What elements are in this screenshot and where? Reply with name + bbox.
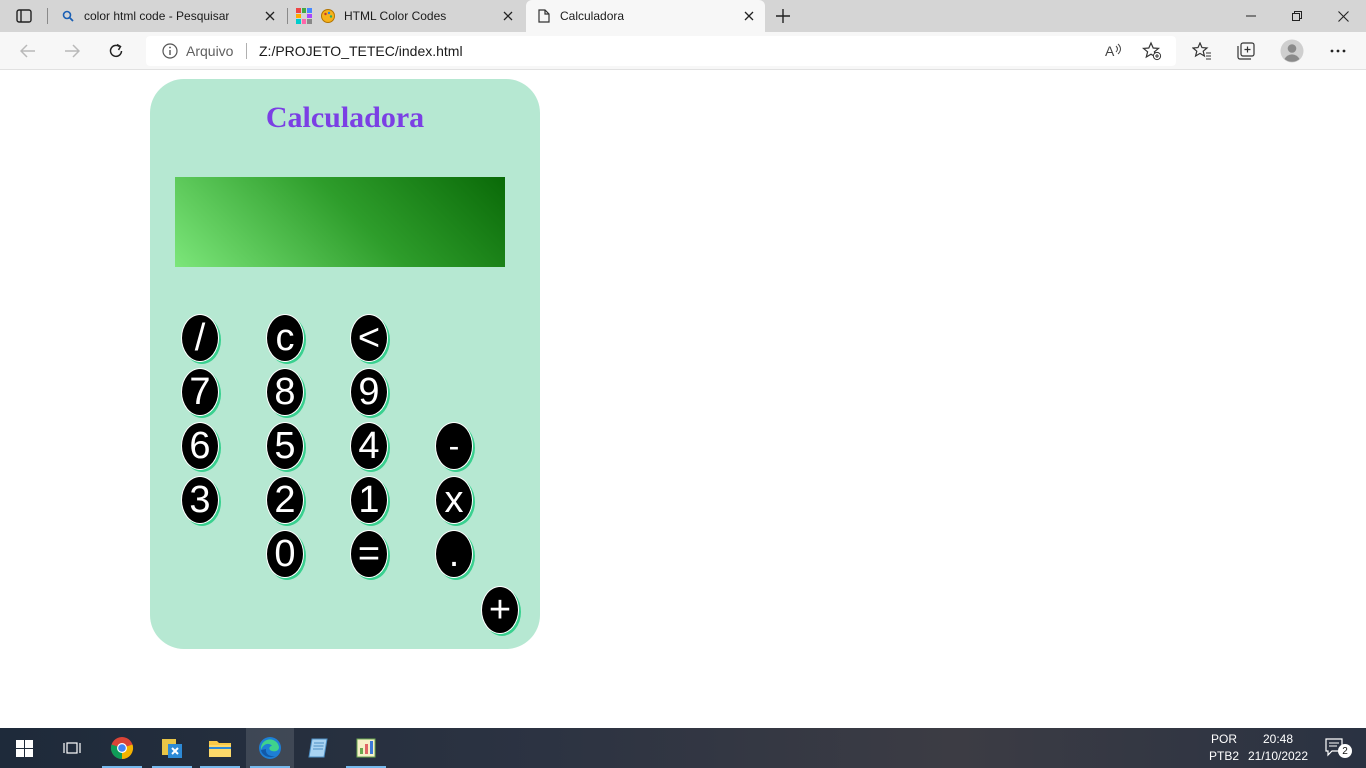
- taskbar-chrome[interactable]: [98, 728, 146, 768]
- calculator-title: Calculadora: [265, 101, 425, 134]
- key-divide[interactable]: /: [181, 314, 219, 362]
- tab-title: HTML Color Codes: [344, 9, 447, 23]
- favorites-button[interactable]: [1188, 37, 1216, 65]
- url-text[interactable]: Z:/PROJETO_TETEC/index.html: [259, 43, 463, 59]
- calculator-display: [175, 177, 505, 267]
- key-9[interactable]: 9: [350, 368, 388, 416]
- taskbar-file-explorer[interactable]: [196, 728, 244, 768]
- close-tab-icon[interactable]: [741, 8, 757, 24]
- notepad-icon: [308, 738, 328, 758]
- arrow-left-icon: [20, 44, 35, 58]
- tab-strip: color html code - Pesquisar HTML Color C…: [0, 0, 1366, 32]
- start-button[interactable]: [0, 728, 48, 768]
- clock[interactable]: 20:48 21/10/2022: [1246, 731, 1310, 765]
- key-0[interactable]: 0: [266, 530, 304, 578]
- profile-button[interactable]: [1278, 37, 1306, 65]
- info-icon[interactable]: [162, 43, 178, 59]
- taskbar-edge[interactable]: [246, 728, 294, 768]
- read-aloud-icon[interactable]: A: [1104, 42, 1124, 60]
- key-clear[interactable]: c: [266, 314, 304, 362]
- add-favorite-icon[interactable]: [1142, 41, 1162, 61]
- taskbar-spreadsheet[interactable]: [342, 728, 390, 768]
- task-view-icon: [63, 742, 81, 754]
- key-1[interactable]: 1: [350, 476, 388, 524]
- grid-icon: [296, 8, 312, 24]
- tab-html-color-codes[interactable]: HTML Color Codes: [288, 0, 524, 32]
- key-backspace[interactable]: <: [350, 314, 388, 362]
- forward-button[interactable]: [58, 37, 86, 65]
- task-view-button[interactable]: [48, 728, 96, 768]
- arrow-right-icon: [65, 44, 80, 58]
- windows-start-icon: [15, 739, 33, 757]
- tab-actions-icon: [16, 9, 32, 23]
- clock-date: 21/10/2022: [1247, 749, 1309, 763]
- key-2[interactable]: 2: [266, 476, 304, 524]
- notification-center-button[interactable]: 2: [1316, 728, 1356, 768]
- avatar-icon: [1280, 39, 1304, 63]
- key-3[interactable]: 3: [181, 476, 219, 524]
- tab-actions-button[interactable]: [10, 4, 38, 28]
- key-6[interactable]: 6: [181, 422, 219, 470]
- key-dot[interactable]: .: [435, 530, 473, 578]
- key-plus[interactable]: +: [481, 586, 519, 634]
- collections-button[interactable]: [1232, 37, 1260, 65]
- key-5[interactable]: 5: [266, 422, 304, 470]
- page-icon: [536, 8, 552, 24]
- tab-calculadora-active[interactable]: Calculadora: [526, 0, 765, 32]
- file-explorer-icon: [209, 741, 231, 757]
- svg-text:A: A: [1105, 43, 1115, 59]
- palette-icon: [320, 8, 336, 24]
- app-icon: [162, 739, 182, 758]
- keyboard-layout: PTB2: [1208, 749, 1239, 763]
- new-tab-button[interactable]: [770, 4, 796, 28]
- language-indicator[interactable]: POR PTB2: [1206, 731, 1242, 765]
- tab-search[interactable]: color html code - Pesquisar: [50, 0, 286, 32]
- more-icon: [1330, 49, 1346, 53]
- back-button[interactable]: [14, 37, 42, 65]
- plus-icon: [776, 9, 790, 23]
- address-bar[interactable]: Arquivo Z:/PROJETO_TETEC/index.html A: [146, 36, 1176, 66]
- close-tab-icon[interactable]: [262, 8, 278, 24]
- key-7[interactable]: 7: [181, 368, 219, 416]
- clock-time: 20:48: [1262, 732, 1294, 746]
- taskbar-app[interactable]: [148, 728, 196, 768]
- minimize-icon: [1246, 15, 1256, 17]
- close-tab-icon[interactable]: [500, 8, 516, 24]
- taskbar: POR PTB2 20:48 21/10/2022 2: [0, 728, 1366, 768]
- key-minus[interactable]: -: [435, 422, 473, 470]
- settings-more-button[interactable]: [1324, 37, 1352, 65]
- tab-separator: [47, 8, 48, 24]
- page-content: Calculadora / c < 7 8 9 6 5 4 - 3 2 1 x …: [0, 71, 1366, 728]
- key-4[interactable]: 4: [350, 422, 388, 470]
- chrome-icon: [110, 737, 134, 760]
- close-window-button[interactable]: [1320, 0, 1366, 32]
- key-8[interactable]: 8: [266, 368, 304, 416]
- favorites-icon: [1192, 42, 1211, 60]
- restore-icon: [1292, 11, 1302, 21]
- refresh-icon: [109, 43, 123, 58]
- key-equals[interactable]: =: [350, 530, 388, 578]
- edge-icon: [259, 737, 281, 759]
- language-code: POR: [1210, 732, 1237, 746]
- refresh-button[interactable]: [102, 37, 130, 65]
- security-label: Arquivo: [186, 43, 234, 59]
- notification-badge: 2: [1338, 744, 1352, 758]
- calculator: Calculadora / c < 7 8 9 6 5 4 - 3 2 1 x …: [150, 79, 540, 649]
- minimize-button[interactable]: [1228, 0, 1274, 32]
- close-icon: [1337, 10, 1349, 22]
- spreadsheet-icon: [356, 738, 376, 758]
- restore-button[interactable]: [1274, 0, 1320, 32]
- tab-title: Calculadora: [560, 9, 625, 23]
- search-icon: [60, 8, 76, 24]
- key-multiply[interactable]: x: [435, 476, 473, 524]
- address-divider: [246, 43, 247, 59]
- collections-icon: [1237, 42, 1255, 60]
- taskbar-notepad[interactable]: [294, 728, 342, 768]
- browser-toolbar: Arquivo Z:/PROJETO_TETEC/index.html A: [0, 32, 1366, 70]
- tab-title: color html code - Pesquisar: [84, 9, 230, 23]
